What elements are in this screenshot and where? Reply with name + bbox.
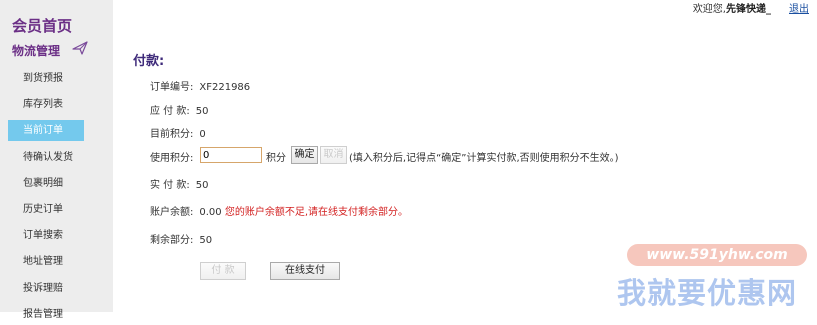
sidebar-item[interactable]: 到货预报 xyxy=(8,68,84,89)
confirm-points-button[interactable]: 确定 xyxy=(291,146,318,164)
balance-row: 账户余额: 0.00 您的账户余额不足,请在线支付剩余部分。 xyxy=(150,203,408,218)
amount-due-value: 50 xyxy=(195,106,209,117)
sidebar: 会员首页 物流管理 到货预报库存列表当前订单待确认发货包裹明细历史订单订单搜索地… xyxy=(0,0,113,320)
use-points-input[interactable] xyxy=(200,147,262,163)
use-points-label: 使用积分: xyxy=(150,153,194,164)
pay-button[interactable]: 付 款 xyxy=(200,262,246,280)
actual-payment-row: 实 付 款: 50 xyxy=(150,176,208,191)
remaining-row: 剩余部分: 50 xyxy=(150,231,212,246)
sidebar-item[interactable]: 待确认发货 xyxy=(8,147,84,168)
current-points-value: 0 xyxy=(199,129,206,140)
balance-label: 账户余额: xyxy=(150,207,194,218)
sidebar-item[interactable]: 当前订单 xyxy=(8,120,84,142)
sidebar-item[interactable]: 报告管理 xyxy=(8,304,84,325)
current-points-row: 目前积分: 0 xyxy=(150,125,206,140)
balance-warning: 您的账户余额不足,请在线支付剩余部分。 xyxy=(224,207,409,218)
remaining-label: 剩余部分: xyxy=(150,235,194,246)
actual-payment-label: 实 付 款: xyxy=(150,180,190,191)
sidebar-item[interactable]: 库存列表 xyxy=(8,94,84,115)
points-hint-text: (填入积分后,记得点“确定”计算实付款,否则使用积分不生效。) xyxy=(349,153,619,164)
order-number-label: 订单编号: xyxy=(150,82,194,93)
order-number-row: 订单编号: XF221986 xyxy=(150,78,250,93)
welcome-text: 欢迎您, xyxy=(692,4,726,15)
sidebar-item[interactable]: 投诉理赔 xyxy=(8,278,84,299)
online-pay-button[interactable]: 在线支付 xyxy=(270,262,340,280)
top-bar: 欢迎您,先锋快递_ 退出 xyxy=(693,0,809,15)
remaining-value: 50 xyxy=(199,235,213,246)
airplane-icon xyxy=(72,41,88,55)
logistics-section-title: 物流管理 xyxy=(12,44,61,58)
points-unit-label: 积分 xyxy=(266,153,286,164)
sidebar-item[interactable]: 包裹明细 xyxy=(8,173,84,194)
sidebar-item[interactable]: 地址管理 xyxy=(8,251,84,272)
member-home-link[interactable]: 会员首页 xyxy=(12,15,72,36)
cancel-points-button[interactable]: 取消 xyxy=(320,146,347,164)
balance-value: 0.00 xyxy=(199,207,222,218)
amount-due-label: 应 付 款: xyxy=(150,106,190,117)
order-number-value: XF221986 xyxy=(199,82,251,93)
username: 先锋快递_ xyxy=(726,4,771,15)
amount-due-row: 应 付 款: 50 xyxy=(150,102,208,117)
sidebar-item[interactable]: 订单搜索 xyxy=(8,225,84,246)
watermark-url: www.591yhw.com xyxy=(627,244,807,266)
sidebar-item[interactable]: 历史订单 xyxy=(8,199,84,220)
page-title: 付款: xyxy=(133,54,165,69)
watermark-logo: 我就要优惠网 xyxy=(617,276,798,310)
current-points-label: 目前积分: xyxy=(150,129,194,140)
actual-payment-value: 50 xyxy=(195,180,209,191)
logout-link[interactable]: 退出 xyxy=(789,4,809,15)
